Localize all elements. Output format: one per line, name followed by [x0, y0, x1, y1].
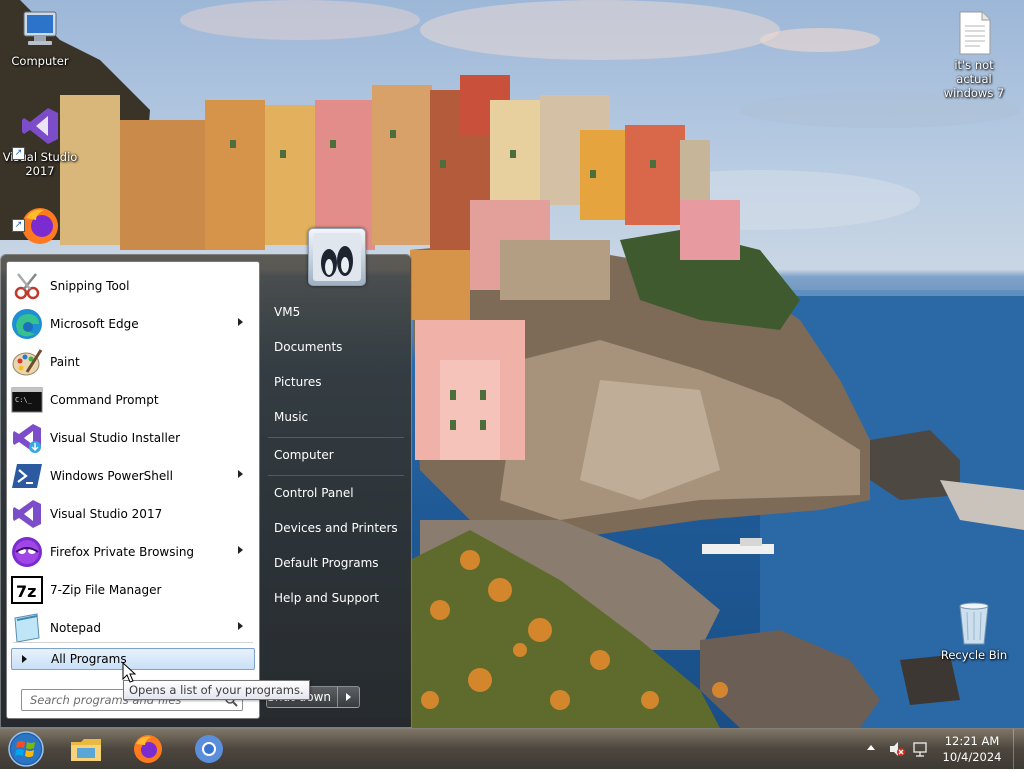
- clock-time: 12:21 AM: [944, 734, 1000, 748]
- all-programs-tooltip: Opens a list of your programs.: [123, 680, 310, 700]
- right-item-music[interactable]: Music: [268, 402, 404, 432]
- desktop-icon-text-file[interactable]: it's not actual windows 7: [936, 10, 1012, 100]
- powershell-icon: [11, 460, 43, 492]
- program-7zip[interactable]: 7z 7-Zip File Manager: [11, 572, 255, 608]
- windows-logo-icon: [8, 731, 44, 767]
- notepad-icon: [11, 612, 43, 644]
- desktop-icon-computer[interactable]: Computer: [2, 8, 78, 68]
- visual-studio-icon: [22, 108, 58, 144]
- program-label: Visual Studio 2017: [50, 507, 163, 521]
- network-icon[interactable]: [912, 740, 930, 758]
- edge-icon: [11, 308, 43, 340]
- right-item-label: Help and Support: [274, 591, 379, 605]
- start-button[interactable]: [6, 730, 46, 768]
- taskbar-firefox[interactable]: [120, 731, 176, 767]
- visual-studio-icon: [11, 498, 43, 530]
- text-document-icon: [959, 11, 991, 55]
- programs-divider: [13, 642, 253, 643]
- program-command-prompt[interactable]: C:\_ Command Prompt: [11, 382, 255, 418]
- desktop-icon-visual-studio[interactable]: ↗ Visual Studio 2017: [2, 104, 78, 178]
- right-item-pictures[interactable]: Pictures: [268, 367, 404, 397]
- right-item-label: Devices and Printers: [274, 521, 398, 535]
- terminal-icon: C:\_: [11, 384, 43, 416]
- clock-date: 10/4/2024: [942, 750, 1002, 764]
- shutdown-options-button[interactable]: [338, 686, 360, 708]
- right-divider: [268, 475, 404, 476]
- desktop-icon-label: it's not actual windows 7: [943, 58, 1005, 100]
- program-visual-studio-2017[interactable]: Visual Studio 2017: [11, 496, 255, 532]
- right-item-label: Default Programs: [274, 556, 379, 570]
- right-item-label: Pictures: [274, 375, 322, 389]
- submenu-arrow-icon[interactable]: [238, 622, 243, 630]
- submenu-arrow-icon[interactable]: [238, 318, 243, 326]
- program-label: Firefox Private Browsing: [50, 545, 195, 559]
- file-explorer-icon: [71, 739, 101, 761]
- program-vs-installer[interactable]: Visual Studio Installer: [11, 420, 255, 456]
- 7zip-icon: 7z: [11, 574, 43, 606]
- program-notepad[interactable]: Notepad: [11, 610, 255, 646]
- right-item-default-programs[interactable]: Default Programs: [268, 548, 404, 578]
- vs-installer-icon: [11, 422, 43, 454]
- taskbar-chromium[interactable]: [181, 731, 237, 767]
- program-label: Notepad: [50, 621, 101, 635]
- svg-text:C:\_: C:\_: [15, 396, 33, 404]
- program-label: Snipping Tool: [50, 279, 130, 293]
- right-item-control-panel[interactable]: Control Panel: [268, 478, 404, 508]
- desktop-icon-firefox[interactable]: ↗: [2, 204, 78, 250]
- desktop-icon-recycle-bin[interactable]: Recycle Bin: [936, 600, 1012, 662]
- show-desktop-button[interactable]: [1013, 729, 1024, 769]
- start-menu: Snipping Tool Microsoft Edge Paint C:\_ …: [0, 228, 412, 728]
- right-divider: [268, 437, 404, 438]
- desktop-icon-label: Computer: [11, 54, 69, 68]
- system-clock[interactable]: 12:21 AM 10/4/2024: [932, 733, 1012, 765]
- programs-pane: Snipping Tool Microsoft Edge Paint C:\_ …: [6, 261, 260, 719]
- mouse-pointer-icon: [122, 662, 137, 683]
- scissors-icon: [11, 270, 43, 302]
- submenu-arrow-icon[interactable]: [238, 546, 243, 554]
- svg-text:7z: 7z: [16, 582, 36, 601]
- right-item-computer[interactable]: Computer: [268, 440, 404, 470]
- right-item-documents[interactable]: Documents: [268, 332, 404, 362]
- firefox-icon: [134, 735, 162, 763]
- program-paint[interactable]: Paint: [11, 344, 255, 380]
- program-label: Command Prompt: [50, 393, 159, 407]
- program-snipping-tool[interactable]: Snipping Tool: [11, 268, 255, 304]
- right-item-devices-printers[interactable]: Devices and Printers: [268, 513, 404, 543]
- volume-muted-icon[interactable]: [888, 740, 906, 758]
- taskbar-file-explorer[interactable]: [58, 731, 114, 767]
- shortcut-arrow-icon: ↗: [12, 147, 25, 160]
- right-item-user-folder[interactable]: VM5: [268, 297, 404, 327]
- tooltip-text: Opens a list of your programs.: [129, 683, 304, 697]
- right-item-label: Documents: [274, 340, 343, 354]
- right-item-label: Computer: [274, 448, 334, 462]
- penguins-picture-icon: [313, 233, 361, 281]
- all-programs-label: All Programs: [51, 652, 127, 666]
- computer-icon: [23, 11, 57, 45]
- program-label: Windows PowerShell: [50, 469, 173, 483]
- firefox-private-icon: [11, 536, 43, 568]
- expand-triangle-icon: [22, 655, 27, 663]
- program-powershell[interactable]: Windows PowerShell: [11, 458, 255, 494]
- right-item-label: Control Panel: [274, 486, 354, 500]
- chromium-icon: [195, 735, 223, 763]
- right-item-label: Music: [274, 410, 309, 424]
- program-label: 7-Zip File Manager: [50, 583, 162, 597]
- right-item-label: VM5: [274, 305, 301, 319]
- submenu-arrow-icon[interactable]: [238, 470, 243, 478]
- program-label: Visual Studio Installer: [50, 431, 181, 445]
- desktop-icon-label: Recycle Bin: [940, 648, 1008, 662]
- program-firefox-private[interactable]: Firefox Private Browsing: [11, 534, 255, 570]
- shortcut-arrow-icon: ↗: [12, 219, 25, 232]
- program-label: Paint: [50, 355, 80, 369]
- taskbar: 12:21 AM 10/4/2024: [0, 728, 1024, 769]
- show-hidden-icons-icon[interactable]: [866, 743, 876, 753]
- recycle-bin-icon: [959, 602, 989, 645]
- paint-palette-icon: [11, 346, 43, 378]
- program-microsoft-edge[interactable]: Microsoft Edge: [11, 306, 255, 342]
- program-label: Microsoft Edge: [50, 317, 139, 331]
- right-item-help-support[interactable]: Help and Support: [268, 583, 404, 613]
- user-account-picture[interactable]: [308, 228, 366, 286]
